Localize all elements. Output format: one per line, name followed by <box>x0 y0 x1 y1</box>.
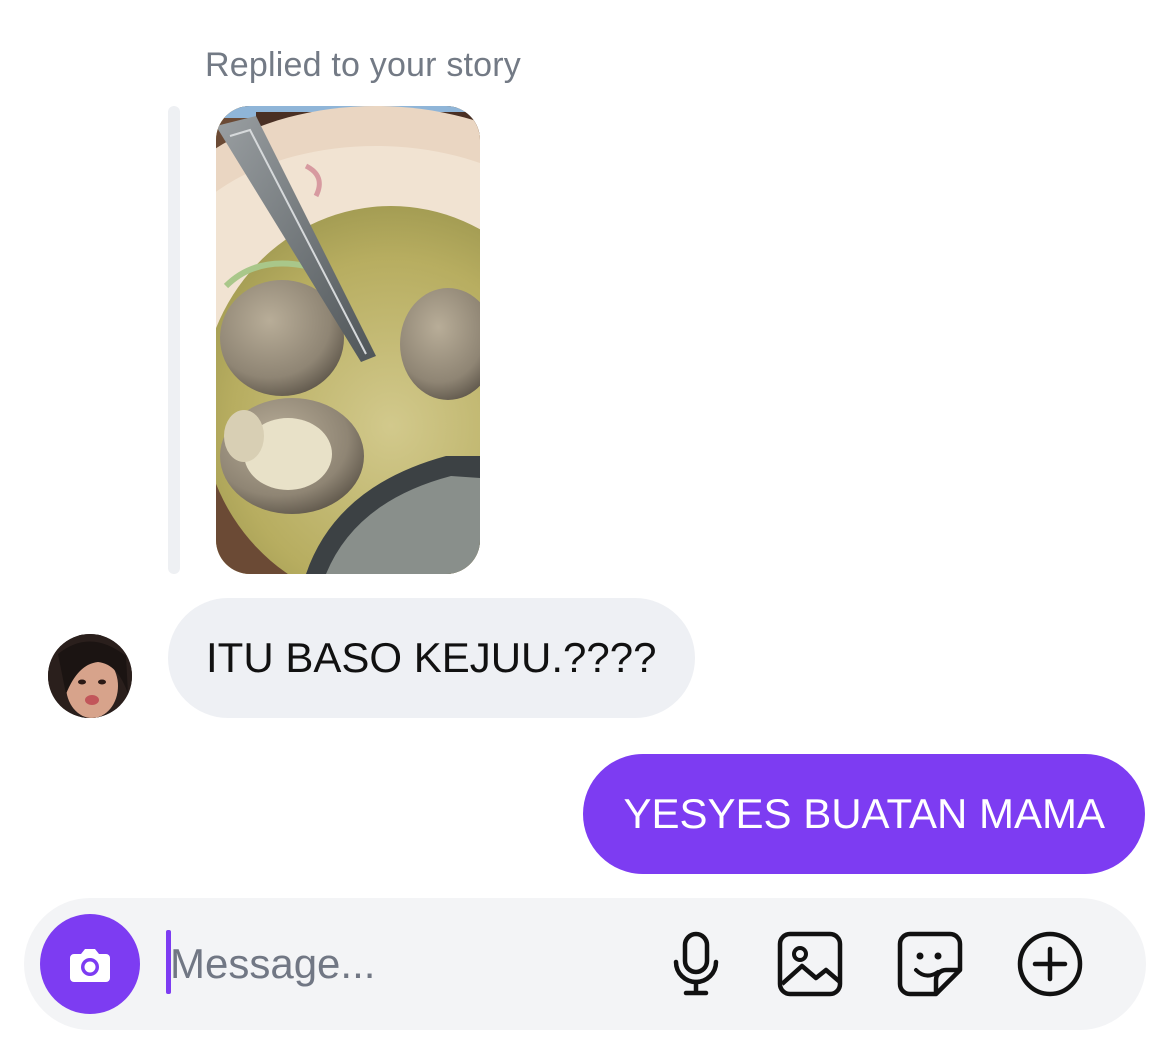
outgoing-message-bubble[interactable]: YESYES BUATAN MAMA <box>583 754 1145 874</box>
plus-circle-icon <box>1017 931 1083 997</box>
camera-button[interactable] <box>40 914 140 1014</box>
sticker-icon <box>897 931 963 997</box>
sender-avatar[interactable] <box>48 634 132 718</box>
story-reply-label: Replied to your story <box>205 46 522 84</box>
message-input[interactable] <box>170 924 640 1004</box>
story-thumbnail[interactable] <box>216 106 480 574</box>
more-options-button[interactable] <box>1014 928 1086 1000</box>
sticker-button[interactable] <box>894 928 966 1000</box>
image-icon <box>777 931 843 997</box>
story-thumbnail-image <box>216 106 480 574</box>
message-composer <box>24 898 1146 1030</box>
camera-icon <box>70 949 110 982</box>
story-reply-bar <box>168 106 180 574</box>
avatar-image <box>48 634 132 718</box>
microphone-button[interactable] <box>660 928 732 1000</box>
gallery-button[interactable] <box>774 928 846 1000</box>
microphone-icon <box>673 931 719 996</box>
incoming-message-bubble[interactable]: ITU BASO KEJUU.???? <box>168 598 695 718</box>
